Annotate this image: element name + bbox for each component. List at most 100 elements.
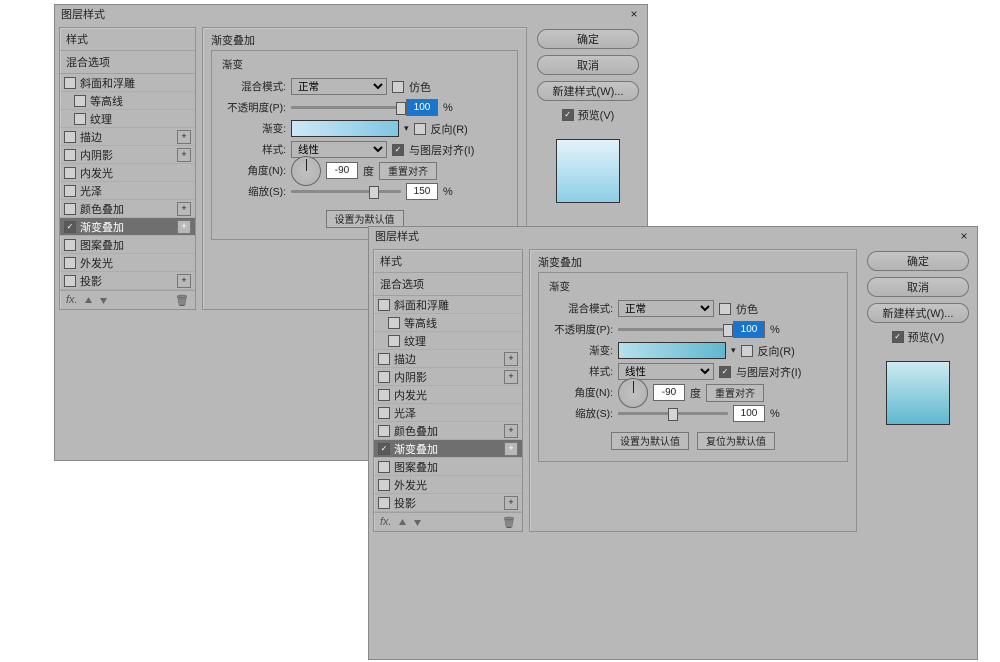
fx-label[interactable]: fx. xyxy=(380,516,392,528)
style-checkbox[interactable]: ✓ xyxy=(64,221,76,233)
align-checkbox[interactable]: ✓ xyxy=(392,144,404,156)
add-icon[interactable]: + xyxy=(177,274,191,288)
style-checkbox[interactable] xyxy=(64,149,76,161)
style-item-2[interactable]: 纹理 xyxy=(60,110,195,128)
blend-header[interactable]: 混合选项 xyxy=(60,51,195,74)
style-item-0[interactable]: 斜面和浮雕 xyxy=(60,74,195,92)
align-checkbox[interactable]: ✓ xyxy=(719,366,731,378)
new-style-button[interactable]: 新建样式(W)... xyxy=(537,81,639,101)
style-item-4[interactable]: 内阴影+ xyxy=(374,368,522,386)
style-checkbox[interactable] xyxy=(378,461,390,473)
add-icon[interactable]: + xyxy=(177,148,191,162)
style-checkbox[interactable] xyxy=(378,479,390,491)
style-item-7[interactable]: 颜色叠加+ xyxy=(374,422,522,440)
angle-dial[interactable] xyxy=(291,156,321,186)
style-item-5[interactable]: 内发光 xyxy=(374,386,522,404)
style-checkbox[interactable] xyxy=(378,425,390,437)
style-checkbox[interactable] xyxy=(64,203,76,215)
opacity-value[interactable]: 100 xyxy=(733,321,765,338)
dither-checkbox[interactable] xyxy=(719,303,731,315)
style-item-1[interactable]: 等高线 xyxy=(60,92,195,110)
blend-select[interactable]: 正常 xyxy=(291,78,387,95)
add-icon[interactable]: + xyxy=(504,496,518,510)
close-icon[interactable]: × xyxy=(627,7,641,21)
style-item-6[interactable]: 光泽 xyxy=(374,404,522,422)
style-item-5[interactable]: 内发光 xyxy=(60,164,195,182)
style-item-3[interactable]: 描边+ xyxy=(374,350,522,368)
realign-button[interactable]: 重置对齐 xyxy=(379,162,437,180)
styles-header[interactable]: 样式 xyxy=(374,250,522,273)
trash-icon[interactable]: 🗑 xyxy=(502,516,516,529)
down-icon[interactable] xyxy=(413,518,422,527)
style-item-1[interactable]: 等高线 xyxy=(374,314,522,332)
blend-select[interactable]: 正常 xyxy=(618,300,714,317)
add-icon[interactable]: + xyxy=(177,220,191,234)
gradient-swatch[interactable] xyxy=(291,120,399,137)
style-item-4[interactable]: 内阴影+ xyxy=(60,146,195,164)
dither-checkbox[interactable] xyxy=(392,81,404,93)
preview-checkbox[interactable]: ✓ xyxy=(892,331,904,343)
add-icon[interactable]: + xyxy=(504,424,518,438)
style-item-0[interactable]: 斜面和浮雕 xyxy=(374,296,522,314)
blend-header[interactable]: 混合选项 xyxy=(374,273,522,296)
trash-icon[interactable]: 🗑 xyxy=(175,294,189,307)
style-checkbox[interactable] xyxy=(378,371,390,383)
cancel-button[interactable]: 取消 xyxy=(537,55,639,75)
style-checkbox[interactable] xyxy=(378,353,390,365)
style-checkbox[interactable] xyxy=(378,497,390,509)
style-checkbox[interactable] xyxy=(64,167,76,179)
preview-checkbox[interactable]: ✓ xyxy=(562,109,574,121)
style-item-11[interactable]: 投影+ xyxy=(374,494,522,512)
reverse-checkbox[interactable] xyxy=(414,123,426,135)
style-checkbox[interactable] xyxy=(378,299,390,311)
style-checkbox[interactable] xyxy=(388,335,400,347)
style-item-6[interactable]: 光泽 xyxy=(60,182,195,200)
style-checkbox[interactable] xyxy=(388,317,400,329)
style-item-3[interactable]: 描边+ xyxy=(60,128,195,146)
up-icon[interactable] xyxy=(84,296,93,305)
style-checkbox[interactable] xyxy=(74,95,86,107)
angle-dial[interactable] xyxy=(618,378,648,408)
style-item-11[interactable]: 投影+ xyxy=(60,272,195,290)
angle-value[interactable]: -90 xyxy=(326,162,358,179)
opacity-slider[interactable] xyxy=(291,106,401,109)
style-item-10[interactable]: 外发光 xyxy=(374,476,522,494)
style-checkbox[interactable] xyxy=(74,113,86,125)
fx-label[interactable]: fx. xyxy=(66,294,78,306)
add-icon[interactable]: + xyxy=(504,370,518,384)
restore-default-button[interactable]: 复位为默认值 xyxy=(697,432,775,450)
style-item-7[interactable]: 颜色叠加+ xyxy=(60,200,195,218)
add-icon[interactable]: + xyxy=(177,202,191,216)
style-checkbox[interactable] xyxy=(64,275,76,287)
styles-header[interactable]: 样式 xyxy=(60,28,195,51)
opacity-value[interactable]: 100 xyxy=(406,99,438,116)
scale-slider[interactable] xyxy=(618,412,728,415)
ok-button[interactable]: 确定 xyxy=(537,29,639,49)
style-checkbox[interactable] xyxy=(64,77,76,89)
new-style-button[interactable]: 新建样式(W)... xyxy=(867,303,969,323)
scale-slider[interactable] xyxy=(291,190,401,193)
cancel-button[interactable]: 取消 xyxy=(867,277,969,297)
realign-button[interactable]: 重置对齐 xyxy=(706,384,764,402)
style-item-9[interactable]: 图案叠加 xyxy=(374,458,522,476)
opacity-slider[interactable] xyxy=(618,328,728,331)
set-default-button[interactable]: 设置为默认值 xyxy=(326,210,404,228)
add-icon[interactable]: + xyxy=(177,130,191,144)
set-default-button[interactable]: 设置为默认值 xyxy=(611,432,689,450)
add-icon[interactable]: + xyxy=(504,442,518,456)
style-checkbox[interactable] xyxy=(64,257,76,269)
ok-button[interactable]: 确定 xyxy=(867,251,969,271)
style-checkbox[interactable] xyxy=(378,407,390,419)
style-checkbox[interactable]: ✓ xyxy=(378,443,390,455)
add-icon[interactable]: + xyxy=(504,352,518,366)
style-item-9[interactable]: 图案叠加 xyxy=(60,236,195,254)
style-checkbox[interactable] xyxy=(64,131,76,143)
up-icon[interactable] xyxy=(398,518,407,527)
close-icon[interactable]: × xyxy=(957,229,971,243)
style-item-8[interactable]: ✓渐变叠加+ xyxy=(374,440,522,458)
style-item-2[interactable]: 纹理 xyxy=(374,332,522,350)
angle-value[interactable]: -90 xyxy=(653,384,685,401)
style-checkbox[interactable] xyxy=(378,389,390,401)
style-checkbox[interactable] xyxy=(64,239,76,251)
reverse-checkbox[interactable] xyxy=(741,345,753,357)
